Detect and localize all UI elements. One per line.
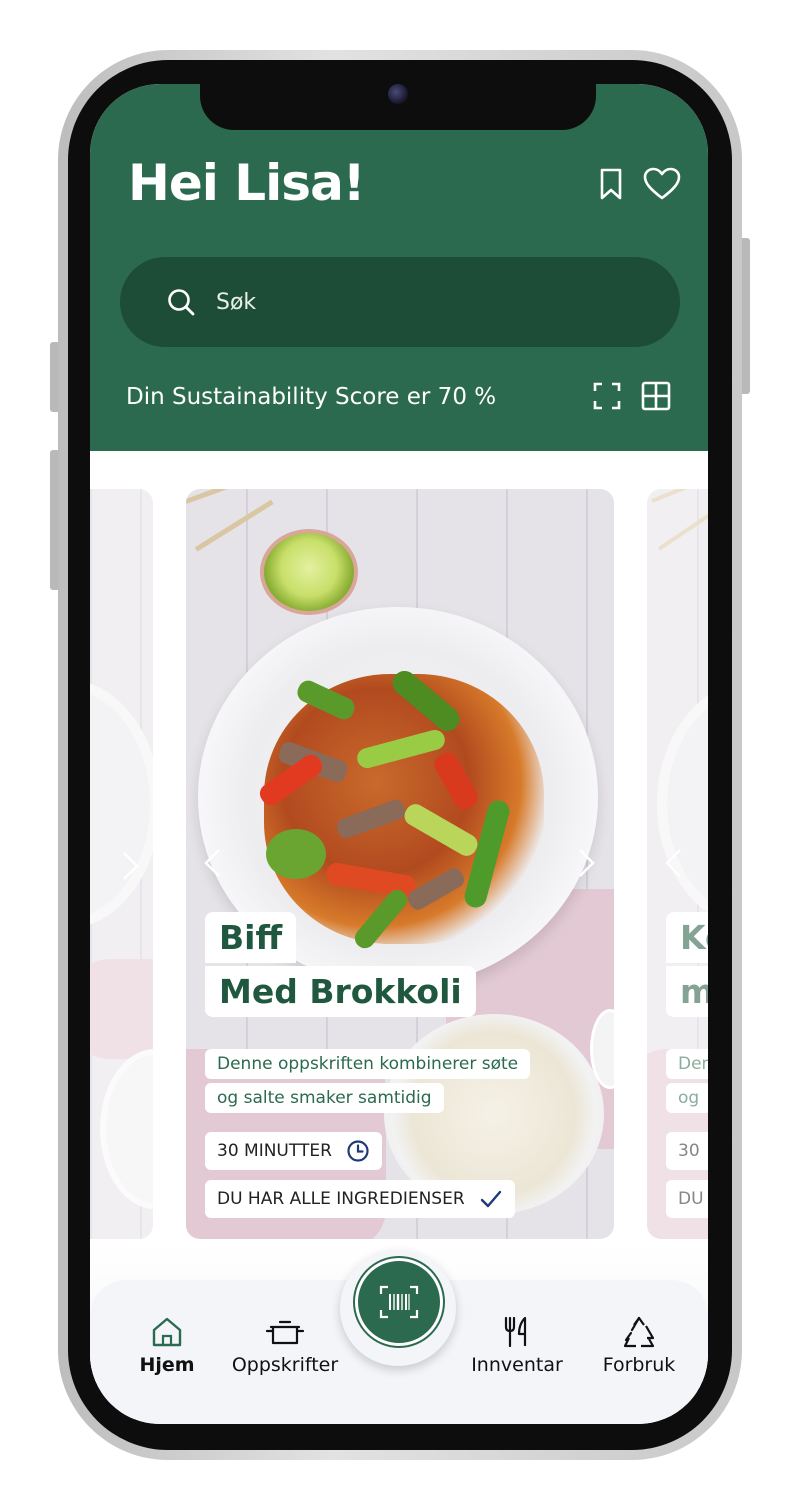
recipe-title-line2: Med Brokkoli	[205, 966, 476, 1017]
clock-icon	[347, 1140, 369, 1162]
recipe-description-line2: og	[666, 1083, 708, 1113]
recipe-card-next[interactable]: Ko m Den og 30 DU	[647, 489, 708, 1239]
check-icon	[480, 1190, 501, 1208]
header: Hei Lisa! Din Sustainability Score er 70…	[90, 84, 708, 451]
phone-notch	[200, 84, 596, 130]
cooking-pot-icon	[265, 1320, 305, 1345]
recipe-title-line1: Biff	[205, 912, 297, 963]
heart-icon[interactable]	[642, 166, 682, 202]
nav-item-innventar[interactable]: Innventar	[464, 1316, 570, 1376]
recipe-description-line2: og salte smaker samtidig	[205, 1083, 444, 1113]
greeting-title: Hei Lisa!	[128, 154, 366, 212]
app-screen: Hei Lisa! Din Sustainability Score er 70…	[90, 84, 708, 1424]
grid-icon[interactable]	[641, 381, 671, 411]
ingredients-status-badge: DU	[666, 1180, 708, 1218]
chevron-right-icon[interactable]	[120, 849, 142, 883]
chevron-left-icon[interactable]	[202, 846, 224, 880]
recipe-title-line1: Ko	[666, 912, 708, 963]
search-bar[interactable]	[120, 257, 680, 347]
nav-item-label: Oppskrifter	[231, 1354, 339, 1376]
chevron-left-icon[interactable]	[663, 846, 685, 880]
search-icon	[168, 289, 195, 316]
nav-item-forbruk[interactable]: Forbruk	[596, 1316, 682, 1376]
recipe-photo	[186, 489, 614, 1239]
bookmark-icon[interactable]	[593, 166, 629, 202]
barcode-scan-icon	[379, 1285, 419, 1319]
cooking-time-label: 30	[678, 1141, 700, 1161]
sustainability-score-text: Din Sustainability Score er 70 %	[126, 384, 497, 410]
nav-item-label: Forbruk	[602, 1354, 676, 1376]
cooking-time-badge: 30	[666, 1132, 708, 1170]
cooking-time-label: 30 MINUTTER	[217, 1141, 332, 1161]
nav-item-hjem[interactable]: Hjem	[132, 1316, 202, 1376]
ingredients-status-label: DU HAR ALLE INGREDIENSER	[217, 1189, 465, 1209]
recipe-description-line1: Den	[666, 1049, 708, 1079]
expand-icon[interactable]	[592, 381, 622, 411]
recycle-icon	[623, 1316, 655, 1348]
recipe-card-previous[interactable]	[90, 489, 153, 1239]
ingredients-status-label: DU	[678, 1189, 704, 1209]
nav-item-label: Innventar	[471, 1354, 563, 1376]
nav-item-oppskrifter[interactable]: Oppskrifter	[228, 1316, 342, 1376]
recipe-description-line1: Denne oppskriften kombinerer søte	[205, 1049, 531, 1079]
lime-image	[260, 529, 358, 615]
fork-knife-icon	[504, 1316, 527, 1348]
nav-item-label: Hjem	[139, 1354, 195, 1376]
home-icon	[152, 1317, 182, 1347]
scan-button[interactable]	[355, 1258, 443, 1346]
ingredients-status-badge: DU HAR ALLE INGREDIENSER	[205, 1180, 515, 1218]
chevron-right-icon[interactable]	[576, 846, 598, 880]
search-input[interactable]	[216, 289, 596, 315]
cooking-time-badge: 30 MINUTTER	[205, 1132, 382, 1170]
front-camera	[388, 84, 408, 104]
recipe-title-line2: m	[666, 966, 708, 1017]
recipe-card[interactable]: Biff Med Brokkoli Denne oppskriften komb…	[186, 489, 614, 1239]
